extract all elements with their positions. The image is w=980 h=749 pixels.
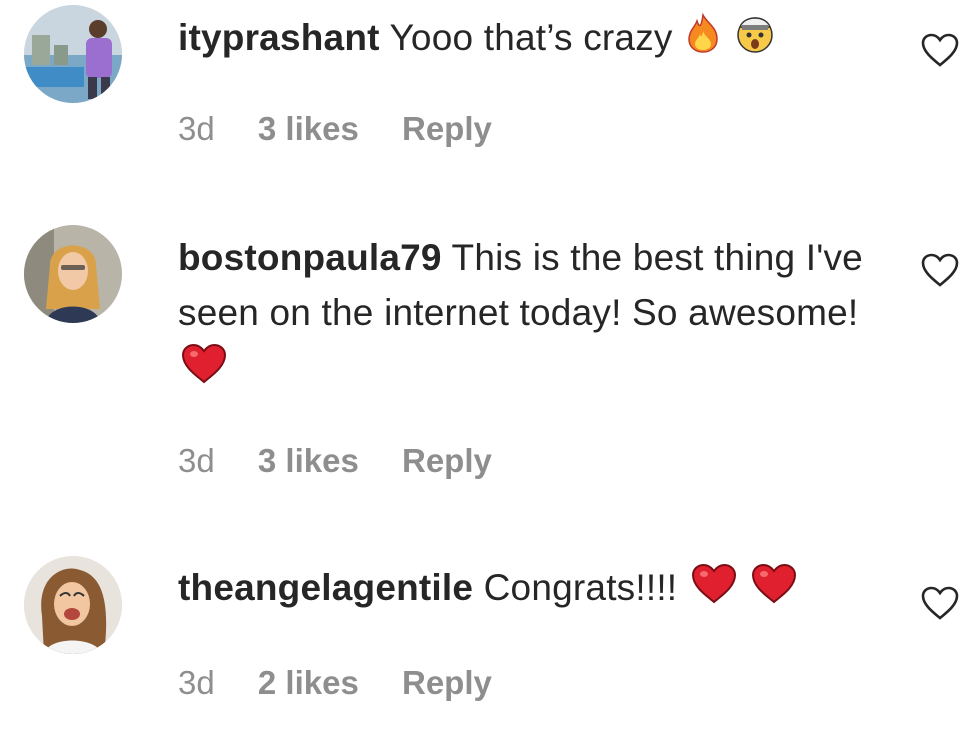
- comment-timestamp: 3d: [178, 442, 215, 479]
- comment-body: theangelagentile Congrats!!!!: [178, 560, 878, 619]
- comment-username[interactable]: theangelagentile: [178, 567, 473, 608]
- comment-timestamp: 3d: [178, 664, 215, 701]
- comment-meta: 3d 3 likes Reply: [178, 110, 526, 148]
- like-heart-icon[interactable]: [920, 585, 960, 621]
- avatar[interactable]: [24, 5, 122, 103]
- reply-button[interactable]: Reply: [402, 110, 492, 147]
- comment-username[interactable]: bostonpaula79: [178, 237, 442, 278]
- avatar[interactable]: [24, 556, 122, 654]
- like-heart-icon[interactable]: [920, 252, 960, 288]
- avatar[interactable]: [24, 225, 122, 323]
- fire-emoji: [685, 12, 721, 68]
- comment-meta: 3d 2 likes Reply: [178, 664, 526, 702]
- comment-timestamp: 3d: [178, 110, 215, 147]
- comment-text: Congrats!!!!: [483, 567, 678, 608]
- comment-body: ityprashant Yooo that’s crazy: [178, 10, 878, 68]
- red-heart-emoji: [690, 562, 738, 619]
- reply-button[interactable]: Reply: [402, 442, 492, 479]
- likes-count[interactable]: 2 likes: [258, 664, 359, 701]
- exploding-head-emoji: [734, 13, 776, 68]
- likes-count[interactable]: 3 likes: [258, 442, 359, 479]
- comment-text: Yooo that’s crazy: [389, 17, 673, 58]
- red-heart-emoji: [750, 562, 798, 619]
- red-heart-emoji: [180, 342, 228, 399]
- comment-body: bostonpaula79 This is the best thing I'v…: [178, 230, 878, 399]
- reply-button[interactable]: Reply: [402, 664, 492, 701]
- comment-meta: 3d 3 likes Reply: [178, 442, 526, 480]
- like-heart-icon[interactable]: [920, 32, 960, 68]
- likes-count[interactable]: 3 likes: [258, 110, 359, 147]
- comment-username[interactable]: ityprashant: [178, 17, 380, 58]
